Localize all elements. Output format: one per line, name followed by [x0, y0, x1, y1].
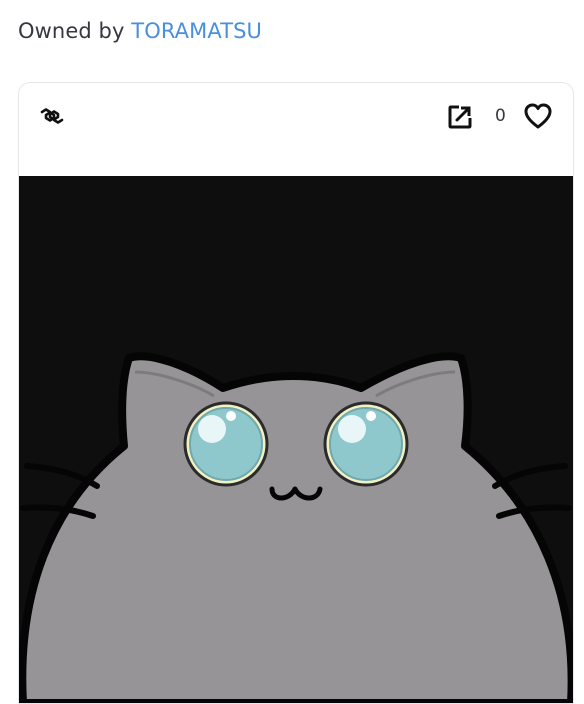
nft-artwork[interactable]: [19, 176, 573, 703]
external-link-icon[interactable]: [447, 104, 473, 130]
owner-link[interactable]: TORAMATSU: [131, 19, 262, 43]
cat-right-eye: [323, 401, 409, 487]
heart-outline-icon[interactable]: [523, 102, 553, 130]
owner-prefix: Owned by: [18, 19, 125, 43]
cat-illustration: [19, 176, 573, 703]
owner-line: Owned by TORAMATSU: [18, 16, 262, 46]
favorite-count: 0: [495, 106, 506, 126]
nft-card: 0: [18, 82, 574, 704]
card-header: 0: [19, 83, 573, 176]
polygon-chain-icon: [39, 103, 65, 129]
cat-left-eye: [183, 401, 269, 487]
